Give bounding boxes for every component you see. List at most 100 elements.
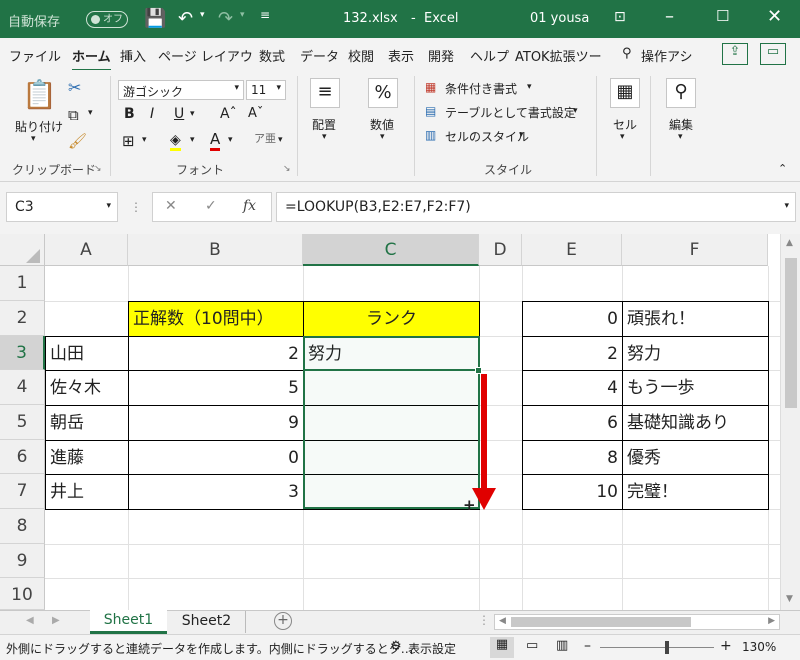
lookup-value-cell[interactable]: 6 <box>522 405 623 441</box>
normal-view-icon[interactable]: ▦ <box>490 637 514 658</box>
row-header-7[interactable]: 7 <box>0 474 45 509</box>
search-icon[interactable]: ⚲ <box>666 78 696 108</box>
row-header-4[interactable]: 4 <box>0 370 45 405</box>
row-header-2[interactable]: 2 <box>0 301 45 336</box>
enter-icon[interactable]: ✓ <box>205 198 217 214</box>
row-header-9[interactable]: 9 <box>0 544 45 578</box>
select-all-button[interactable] <box>0 234 45 266</box>
phonetic-dropdown-icon[interactable]: ▾ <box>278 135 283 145</box>
format-as-table-dropdown-icon[interactable]: ▾ <box>573 106 578 116</box>
header-cell-b2[interactable]: 正解数（10問中） <box>128 301 304 337</box>
score-cell[interactable]: 9 <box>128 405 304 441</box>
number-dropdown-icon[interactable]: ▾ <box>380 132 385 142</box>
expand-formula-icon[interactable]: ▾ <box>784 201 789 211</box>
header-cell-c2[interactable]: ランク <box>303 301 480 337</box>
zoom-thumb[interactable] <box>665 641 669 654</box>
scroll-down-icon[interactable]: ▼ <box>786 594 793 604</box>
insert-function-icon[interactable]: fx <box>243 198 256 214</box>
italic-icon[interactable]: I <box>150 106 154 122</box>
font-size-select[interactable]: 11 ▾ <box>246 80 286 100</box>
percent-icon[interactable]: % <box>368 78 398 108</box>
name-cell[interactable]: 朝岳 <box>45 405 129 441</box>
tab-insert[interactable]: 挿入 <box>120 46 146 65</box>
cell-styles-dropdown-icon[interactable]: ▾ <box>519 130 524 140</box>
copy-dropdown-icon[interactable]: ▾ <box>88 108 93 118</box>
lookup-result-cell[interactable]: もう一歩 <box>622 370 769 406</box>
name-box[interactable]: C3 ▾ <box>6 192 118 222</box>
alignment-dropdown-icon[interactable]: ▾ <box>322 132 327 142</box>
cancel-icon[interactable]: ✕ <box>165 198 177 214</box>
zoom-out-icon[interactable]: – <box>584 638 591 654</box>
formula-input[interactable]: =LOOKUP(B3,E2:E7,F2:F7) ▾ <box>276 192 796 222</box>
tab-formulas[interactable]: 数式 <box>259 46 285 65</box>
display-settings-button[interactable]: 表示設定 <box>408 640 456 657</box>
column-header-f[interactable]: F <box>622 234 768 266</box>
sheet-tab-sheet1[interactable]: Sheet1 <box>90 610 167 634</box>
column-header-d[interactable]: D <box>479 234 522 266</box>
fill-color-dropdown-icon[interactable]: ▾ <box>190 135 195 145</box>
format-as-table-button[interactable]: テーブルとして書式設定 <box>445 104 576 121</box>
tab-developer[interactable]: 開発 <box>428 46 454 65</box>
conditional-format-dropdown-icon[interactable]: ▾ <box>527 82 532 92</box>
number-button[interactable]: 数値 <box>370 116 394 133</box>
zoom-slider[interactable] <box>600 647 714 648</box>
score-cell[interactable]: 2 <box>128 336 304 371</box>
tab-file[interactable]: ファイル <box>9 46 61 65</box>
undo-icon[interactable]: ↶ <box>178 8 193 29</box>
lookup-result-cell[interactable]: 基礎知識あり <box>622 405 769 441</box>
tab-page-layout[interactable]: ページ レイアウト <box>158 46 254 65</box>
close-icon[interactable]: ✕ <box>767 6 782 27</box>
row-header-8[interactable]: 8 <box>0 509 45 544</box>
customize-toolbar-icon[interactable]: ≡ <box>260 8 270 22</box>
underline-dropdown-icon[interactable]: ▾ <box>190 109 195 119</box>
row-header-3[interactable]: 3 <box>0 336 45 370</box>
format-painter-icon[interactable]: 🖌 <box>68 132 87 150</box>
zoom-in-icon[interactable]: + <box>720 638 732 654</box>
shrink-font-icon[interactable]: Aˇ <box>248 106 263 121</box>
tab-review[interactable]: 校閲 <box>348 46 374 65</box>
hscroll-thumb[interactable] <box>511 617 691 627</box>
worksheet-grid[interactable]: A B C D E F 1 2 3 4 5 6 7 8 9 10 正解数（10問… <box>0 234 800 610</box>
autosave-toggle[interactable]: オフ <box>86 11 128 28</box>
alignment-icon[interactable]: ≡ <box>310 78 340 108</box>
font-name-select[interactable]: 游ゴシック ▾ <box>118 80 244 100</box>
column-header-e[interactable]: E <box>522 234 622 266</box>
cut-icon[interactable]: ✂ <box>68 78 81 97</box>
tab-home[interactable]: ホーム <box>72 46 111 72</box>
score-cell[interactable]: 5 <box>128 370 304 406</box>
name-cell[interactable]: 進藤 <box>45 440 129 475</box>
grow-font-icon[interactable]: Aˆ <box>220 106 237 122</box>
scroll-thumb[interactable] <box>785 258 797 408</box>
comments-icon[interactable]: ▭ <box>760 43 786 65</box>
name-cell[interactable]: 山田 <box>45 336 129 371</box>
search-icon[interactable]: ⚲ <box>622 46 632 61</box>
editing-button[interactable]: 編集 <box>669 116 693 133</box>
name-cell[interactable]: 井上 <box>45 474 129 510</box>
horizontal-scrollbar[interactable]: ◀ ▶ <box>494 614 780 630</box>
lookup-result-cell[interactable]: 完璧！ <box>622 474 769 510</box>
bold-icon[interactable]: B <box>124 106 135 122</box>
tab-view[interactable]: 表示 <box>388 46 414 65</box>
display-settings-icon[interactable]: ⚙ <box>390 639 402 654</box>
phonetic-icon[interactable]: ア亜 <box>254 130 276 146</box>
tab-atok[interactable]: ATOK拡張ツー <box>515 46 607 65</box>
row-header-5[interactable]: 5 <box>0 405 45 440</box>
font-color-dropdown-icon[interactable]: ▾ <box>228 135 233 145</box>
lookup-value-cell[interactable]: 10 <box>522 474 623 510</box>
prev-sheet-icon[interactable]: ◀ <box>26 615 34 626</box>
ribbon-display-icon[interactable]: ⊡ <box>614 9 626 25</box>
score-cell[interactable]: 0 <box>128 440 304 475</box>
column-header-a[interactable]: A <box>45 234 128 266</box>
tell-me-box[interactable]: 操作アシ <box>641 46 692 65</box>
cells-dropdown-icon[interactable]: ▾ <box>620 132 625 142</box>
paste-dropdown-icon[interactable]: ▾ <box>31 134 36 144</box>
tab-data[interactable]: データ <box>300 46 339 65</box>
undo-dropdown-icon[interactable]: ▾ <box>200 10 205 20</box>
borders-dropdown-icon[interactable]: ▾ <box>142 135 147 145</box>
borders-icon[interactable]: ⊞ <box>122 132 135 150</box>
page-break-view-icon[interactable]: ▥ <box>556 638 568 653</box>
editing-dropdown-icon[interactable]: ▾ <box>678 132 683 142</box>
cell-styles-button[interactable]: セルのスタイル <box>445 128 529 145</box>
lookup-value-cell[interactable]: 4 <box>522 370 623 406</box>
lookup-result-cell[interactable]: 努力 <box>622 336 769 371</box>
